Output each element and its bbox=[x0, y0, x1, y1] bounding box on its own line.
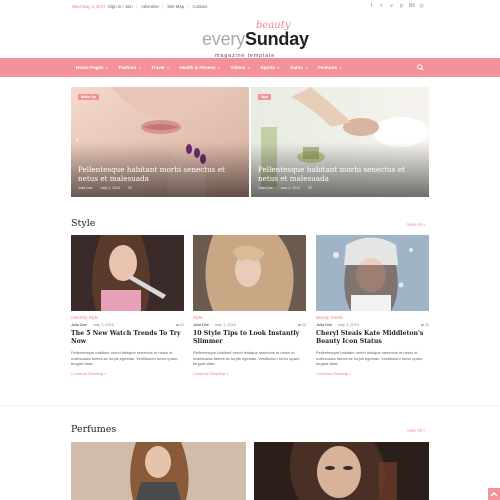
post-category[interactable]: Celebrity Style bbox=[71, 315, 184, 320]
comments-count[interactable]: ▰ 20 bbox=[420, 322, 429, 328]
chevron-down-icon: ▼ bbox=[276, 65, 280, 70]
continue-reading-link[interactable]: Continue Reading » bbox=[316, 371, 429, 376]
comments-count[interactable]: 20 bbox=[308, 186, 312, 190]
contact-link[interactable]: Contact bbox=[192, 4, 207, 9]
section-title-style: Style bbox=[71, 218, 96, 229]
chevron-down-icon: ▼ bbox=[166, 65, 170, 70]
author[interactable]: Julia Doe bbox=[193, 323, 209, 327]
category-badge[interactable]: Spa bbox=[258, 94, 271, 100]
slider-next-icon[interactable]: › bbox=[418, 135, 421, 144]
post-title[interactable]: The 5 New Watch Trends To Try Now bbox=[71, 330, 184, 346]
continue-reading-link[interactable]: Continue Reading » bbox=[193, 371, 306, 376]
post-meta: Julia Doe may 1, 2016 ▰ 20 bbox=[193, 322, 306, 328]
comment-icon: ▰ bbox=[297, 323, 301, 327]
pinterest-icon[interactable]: p bbox=[399, 3, 404, 9]
search-icon[interactable] bbox=[417, 64, 424, 71]
post-meta: Julia Doe may 1, 2016 ▰ 20 bbox=[71, 322, 184, 328]
post-date: may 1, 2016 bbox=[214, 322, 236, 327]
post-excerpt: Pellentesque habitant morbi tristique se… bbox=[316, 350, 424, 366]
section-title-perfumes: Perfumes bbox=[71, 424, 117, 435]
hero-slide[interactable]: Make Up Pellentesque habitant morbi sene… bbox=[71, 87, 249, 197]
post-category[interactable]: Style bbox=[193, 315, 306, 320]
post-title[interactable]: Cheryl Steals Kate Middleton's Beauty Ic… bbox=[316, 330, 429, 346]
main-navbar: Home Pages ▼ Fashion ▼ Travel ▼ Health & Fi… bbox=[0, 58, 500, 77]
view-all-link[interactable]: View All » bbox=[407, 222, 425, 227]
chevron-down-icon: ▼ bbox=[138, 65, 142, 70]
post-image[interactable] bbox=[316, 235, 429, 311]
view-all-link[interactable]: View All » bbox=[407, 428, 425, 433]
hero-slider: Make Up Pellentesque habitant morbi sene… bbox=[71, 87, 429, 197]
author[interactable]: Julia Doe bbox=[316, 323, 332, 327]
post-image[interactable] bbox=[71, 235, 184, 311]
scroll-to-top-icon[interactable] bbox=[488, 488, 500, 500]
current-date: Wed May 3, 2017 bbox=[72, 4, 106, 9]
nav-videos[interactable]: Videos ▼ bbox=[230, 65, 250, 70]
category-badge[interactable]: Make Up bbox=[78, 94, 99, 100]
hero-slide[interactable]: Spa Pellentesque habitant morbi senectus… bbox=[251, 87, 429, 197]
comments-count[interactable]: ▰ 20 bbox=[175, 322, 184, 328]
instagram-icon[interactable]: ◎ bbox=[419, 3, 424, 9]
hero-meta: Julia Doe may 1, 2016 20 bbox=[78, 186, 132, 190]
chevron-down-icon: ▼ bbox=[304, 65, 308, 70]
author[interactable]: Julia Doe bbox=[78, 186, 93, 190]
comment-icon: ▰ bbox=[175, 323, 179, 327]
top-links: Sign in / Join | Advertise | Site Map | Con… bbox=[108, 4, 208, 9]
post-card: Celebrity Style Julia Doe may 1, 2016 ▰ 2… bbox=[71, 235, 184, 376]
vimeo-icon[interactable]: v bbox=[389, 3, 394, 9]
nav-travel[interactable]: Travel ▼ bbox=[151, 65, 169, 70]
author[interactable]: Julia Doe bbox=[71, 323, 87, 327]
chevron-down-icon: ▼ bbox=[339, 65, 343, 70]
nav-fashion[interactable]: Fashion ▼ bbox=[119, 65, 142, 70]
nav-autos[interactable]: Autos ▼ bbox=[290, 65, 308, 70]
author[interactable]: Julia Doe bbox=[258, 186, 273, 190]
post-meta: Julia Doe may 1, 2016 ▰ 20 bbox=[316, 322, 429, 328]
post-date: may 1, 2016 bbox=[92, 322, 114, 327]
comment-icon: ▰ bbox=[420, 323, 424, 327]
post-date: may 1, 2016 bbox=[100, 186, 120, 190]
post-date: may 1, 2016 bbox=[280, 186, 300, 190]
continue-reading-link[interactable]: Continue Reading » bbox=[71, 371, 184, 376]
post-category[interactable]: Beauty Trends bbox=[316, 315, 429, 320]
nav-features[interactable]: Features ▼ bbox=[318, 65, 342, 70]
chevron-down-icon: ▼ bbox=[217, 65, 221, 70]
post-card: Style Julia Doe may 1, 2016 ▰ 20 10 Style… bbox=[193, 235, 306, 376]
twitter-icon[interactable]: 𝕥 bbox=[379, 3, 384, 9]
post-excerpt: Pellentesque habitant morbi tristique se… bbox=[193, 350, 301, 366]
site-map-link[interactable]: Site Map bbox=[167, 4, 184, 9]
top-bar: Wed May 3, 2017 Sign in / Join | Advertis… bbox=[0, 0, 500, 12]
post-image[interactable] bbox=[193, 235, 306, 311]
post-excerpt: Pellentesque habitant morbi tristique se… bbox=[71, 350, 179, 366]
social-icons: f 𝕥 v p Bē ◎ bbox=[369, 3, 424, 9]
nav-sports[interactable]: Sports ▼ bbox=[260, 65, 280, 70]
comments-count[interactable]: 20 bbox=[128, 186, 132, 190]
post-image[interactable] bbox=[71, 442, 246, 500]
hero-title[interactable]: Pellentesque habitant morbi senectus et … bbox=[258, 165, 418, 183]
chevron-down-icon: ▼ bbox=[247, 65, 251, 70]
section-divider bbox=[0, 405, 500, 406]
nav-health-fitness[interactable]: Health & Fitness ▼ bbox=[179, 65, 220, 70]
facebook-icon[interactable]: f bbox=[369, 3, 374, 9]
post-date: may 1, 2016 bbox=[337, 322, 359, 327]
slider-prev-icon[interactable]: ‹ bbox=[76, 135, 79, 144]
nav-home-pages[interactable]: Home Pages ▼ bbox=[76, 65, 109, 70]
chevron-down-icon: ▼ bbox=[105, 65, 109, 70]
post-card: Beauty Trends Julia Doe may 1, 2016 ▰ 20 … bbox=[316, 235, 429, 376]
behance-icon[interactable]: Bē bbox=[409, 3, 415, 9]
sign-in-link[interactable]: Sign in / Join bbox=[108, 4, 133, 9]
post-title[interactable]: 10 Style Tips to Look Instantly Slimmer bbox=[193, 330, 306, 346]
site-logo[interactable]: beauty everySunday magazine template bbox=[0, 20, 500, 60]
logo-wordmark: everySunday bbox=[202, 29, 309, 49]
post-image[interactable] bbox=[254, 442, 429, 500]
hero-meta: Julia Doe may 1, 2016 20 bbox=[258, 186, 312, 190]
comments-count[interactable]: ▰ 20 bbox=[297, 322, 306, 328]
advertise-link[interactable]: Advertise bbox=[141, 4, 159, 9]
hero-title[interactable]: Pellentesque habitant morbi senectus et … bbox=[78, 165, 238, 183]
